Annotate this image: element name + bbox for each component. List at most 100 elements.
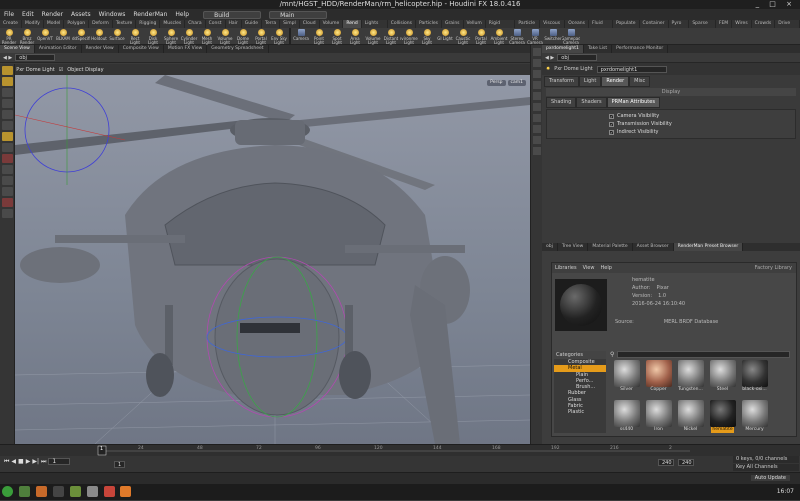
shelf-tab[interactable]: Muscles [160,20,186,28]
material-swatch[interactable]: Iron [644,400,673,437]
object-display-checkbox[interactable]: ☑ [59,67,63,73]
material-swatch[interactable]: Steel [708,360,737,397]
tab-renderman-preset-browser[interactable]: RenderMan Preset Browser [673,243,744,251]
snap-tool-icon[interactable] [2,143,13,152]
shelf-tab[interactable]: Polygon [64,20,90,28]
shelf-tool[interactable]: Switcher [544,28,562,45]
background-icon[interactable] [533,147,541,155]
search-icon[interactable]: ⚲ [610,351,614,358]
menu-file[interactable]: File [4,11,14,18]
texture-icon[interactable] [533,103,541,111]
handle-tool-icon[interactable] [2,110,13,119]
shelf-tool[interactable]: Sphere Light [162,28,180,45]
checkbox[interactable]: ✓ [609,121,614,127]
grid-icon[interactable] [2,165,13,174]
magnet-icon[interactable] [2,154,13,163]
nav-arrows-icon[interactable]: ◀ ▶ [545,55,554,61]
material-swatch[interactable]: Silver [612,360,641,397]
shelf-tab[interactable]: Model [44,20,65,28]
factory-library[interactable]: Factory Library [755,265,792,271]
shelf-tab[interactable]: Crowds [752,20,776,28]
tab-transform[interactable]: Transform [544,76,579,87]
shelf-tool[interactable]: Ambient Light [490,28,508,45]
menu-libraries[interactable]: Libraries [555,265,577,271]
shelf-tab[interactable]: Particles [416,20,442,28]
key-all-channels[interactable]: Key All Channels [733,464,799,471]
pose-tool-icon[interactable] [2,121,13,130]
shelf-tool[interactable]: Brnz Render [18,28,36,45]
indirect-visibility-row[interactable]: ✓ Indirect Visibility [547,128,795,136]
shelf-tab[interactable]: Cloud [300,20,320,28]
tab-light[interactable]: Light [578,76,602,87]
pane-tab[interactable]: Geometry Spreadsheet [207,45,269,53]
shelf-tab[interactable]: Simpl [280,20,300,28]
shelf-tab[interactable]: Particle Fl [515,20,541,34]
flipbook-icon[interactable] [2,209,13,218]
material-swatch[interactable]: hematite [708,400,737,437]
shelf-tab[interactable]: Chara [185,20,206,28]
search-input[interactable] [617,350,790,358]
shelf-tool[interactable]: Portal Light [252,28,270,45]
houdini-icon[interactable] [103,486,115,497]
shelf-tool[interactable]: Point Light [310,28,328,45]
material-swatch[interactable]: ss440 [612,400,641,437]
material-swatch[interactable]: Tungsten... [676,360,705,397]
wireframe-icon[interactable] [533,59,541,67]
shelf-tab[interactable]: Collisions [388,20,416,28]
shelf-tool[interactable]: Dome Light [234,28,252,45]
shelf-tab[interactable]: Vellum [464,20,486,28]
shelf-tool[interactable]: Spot Light [328,28,346,45]
tab-render[interactable]: Render [601,76,630,87]
node-name-field[interactable]: pxrdomelight1 [596,65,667,73]
shelf-tool[interactable]: Volume Light [216,28,234,45]
checkbox[interactable]: ✓ [609,129,614,135]
camera-button[interactable]: cam1 [507,80,526,86]
shelf-tab[interactable]: Rigging [136,20,161,28]
shelf-tool[interactable]: Area Light [346,28,364,45]
material-swatch[interactable]: black-oxi... [740,360,769,397]
tab-obj[interactable]: obj [542,243,558,251]
shelf-tool[interactable]: VR Camera [526,28,544,45]
shelf-tool[interactable]: Sky Light [418,28,436,45]
shelf-tab[interactable]: Fluid Con [589,20,613,34]
tab-prman-attributes[interactable]: PRMan Attributes [606,97,660,108]
pane-tab[interactable]: Animation Editor [35,45,82,53]
shelf-tab[interactable]: Texture [113,20,137,28]
shelf-tool[interactable]: Environment Light [400,28,418,45]
view-tool-icon[interactable] [2,132,13,141]
shelf-tab[interactable]: Const [206,20,226,28]
persp-button[interactable]: Persp [487,80,506,86]
auto-update-button[interactable]: Auto Update [750,475,790,481]
param-path-field[interactable]: obj [557,54,598,61]
shelf-tab[interactable]: Drive Sim [775,20,800,34]
menu-windows[interactable]: Windows [99,11,126,18]
select-tool-icon[interactable] [2,66,13,75]
tab-shading[interactable]: Shading [546,97,577,108]
tab-tree-view[interactable]: Tree View [558,243,589,251]
camera-icon[interactable] [2,187,13,196]
shelf-tool[interactable]: BLKAM [54,28,72,45]
shelf-tool[interactable]: Mesh Light [198,28,216,45]
guides-icon[interactable] [533,136,541,144]
window-controls[interactable]: _ □ × [756,0,796,9]
move-tool-icon[interactable] [2,77,13,86]
text-editor-icon[interactable] [86,486,98,497]
shelf-tab[interactable]: Container [640,20,669,28]
shelf-tab[interactable]: Lights and [362,20,388,34]
tab-misc[interactable]: Misc [629,76,651,87]
shelf-tab[interactable]: Wires [732,20,752,28]
camera-visibility-row[interactable]: ✓ Camera Visibility [547,112,795,120]
shelf-tool[interactable]: Camera [292,28,310,45]
menu-view[interactable]: View [583,265,595,271]
persp-icon[interactable] [2,176,13,185]
scale-tool-icon[interactable] [2,99,13,108]
shelf-tool[interactable]: OpenVT [36,28,54,45]
shelf-tab[interactable]: Viscous Fl [540,20,566,34]
points-icon[interactable] [533,114,541,122]
material-swatch[interactable]: Nickel [676,400,705,437]
rotate-tool-icon[interactable] [2,88,13,97]
pane-tab[interactable]: Motion FX View [164,45,208,53]
menu-assets[interactable]: Assets [71,11,91,18]
tab-performance-monitor[interactable]: Performance Monitor [612,45,669,53]
shelf-tab[interactable]: Volume [320,20,344,28]
